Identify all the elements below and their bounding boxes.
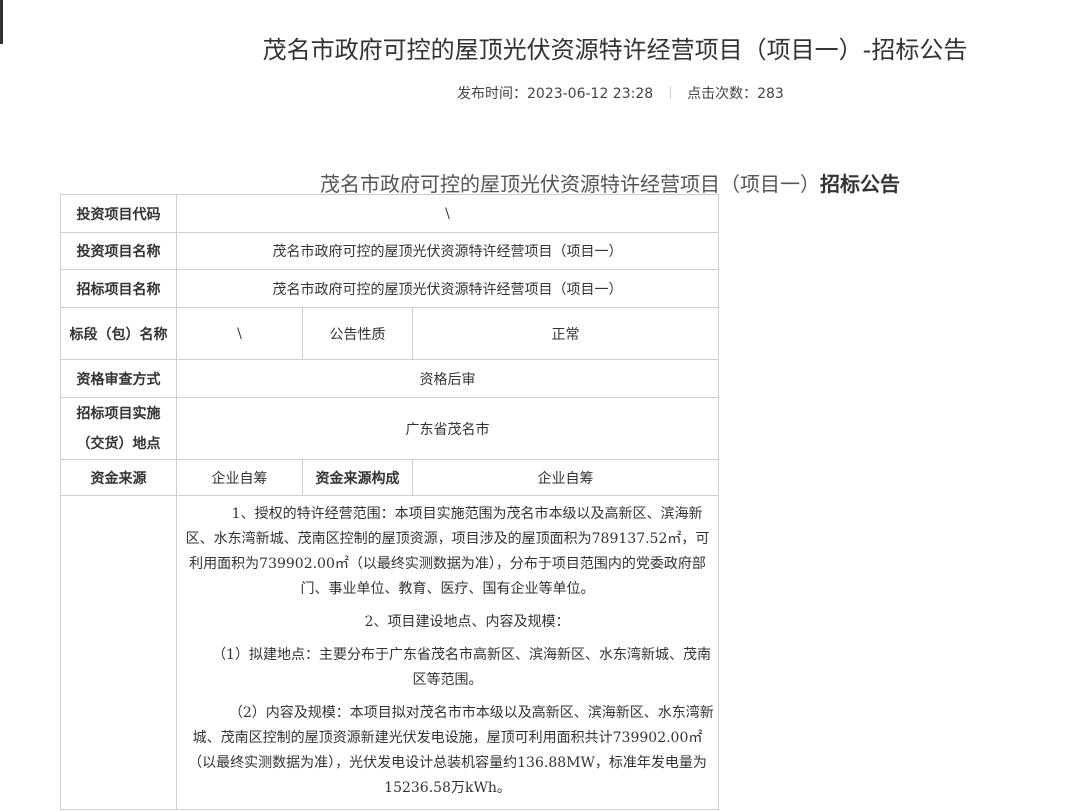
- row-label-empty: [60, 495, 177, 810]
- content-paragraph: （1）拟建地点：主要分布于广东省茂名市高新区、滨海新区、水东湾新城、茂南区等范围…: [212, 647, 711, 688]
- document-title-bold: 招标公告: [820, 172, 900, 196]
- row-value-2: 正常: [411, 307, 720, 360]
- content-paragraph: 1、授权的特许经营范围：本项目实施范围为茂名市本级以及高新区、滨海新区、水东湾新…: [185, 506, 710, 597]
- meta-divider: [669, 86, 671, 99]
- row-label-2: 资金来源构成: [302, 459, 413, 496]
- table-row: 招标项目名称 茂名市政府可控的屋顶光伏资源特许经营项目（项目一）: [60, 269, 720, 308]
- row-label-2: 公告性质: [302, 307, 413, 360]
- publish-label: 发布时间：: [457, 86, 527, 102]
- row-label: 资格审查方式: [60, 359, 177, 398]
- table-row: 标段（包）名称 \ 公告性质 正常: [60, 307, 720, 360]
- table-row: 资金来源 企业自筹 资金来源构成 企业自筹: [60, 459, 720, 496]
- row-value: 茂名市政府可控的屋顶光伏资源特许经营项目（项目一）: [175, 232, 720, 270]
- row-label: 招标项目名称: [60, 269, 177, 308]
- document-title-text: 茂名市政府可控的屋顶光伏资源特许经营项目（项目一）: [320, 172, 820, 196]
- table-row: 招标项目实施（交货）地点 广东省茂名市: [60, 397, 720, 460]
- clicks-label: 点击次数：: [687, 86, 758, 102]
- row-value: \: [175, 194, 720, 233]
- click-count: 283: [757, 86, 784, 102]
- table-row: 投资项目名称 茂名市政府可控的屋顶光伏资源特许经营项目（项目一）: [60, 232, 720, 270]
- row-value: \: [176, 307, 303, 360]
- row-label: 投资项目代码: [60, 194, 177, 233]
- content-paragraph: 2、项目建设地点、内容及规模：: [364, 614, 570, 630]
- row-label: 资金来源: [60, 459, 177, 496]
- project-content-cell: 1、授权的特许经营范围：本项目实施范围为茂名市本级以及高新区、滨海新区、水东湾新…: [175, 495, 720, 810]
- row-label: 投资项目名称: [60, 232, 177, 270]
- table-row: 资格审查方式 资格后审: [60, 359, 720, 398]
- row-label: 招标项目实施（交货）地点: [60, 397, 177, 460]
- table-row: 1、授权的特许经营范围：本项目实施范围为茂名市本级以及高新区、滨海新区、水东湾新…: [60, 495, 720, 810]
- publish-time: 2023-06-12 23:28: [527, 86, 654, 102]
- page-title: 茂名市政府可控的屋顶光伏资源特许经营项目（项目一）-招标公告: [262, 36, 968, 64]
- document-title: 茂名市政府可控的屋顶光伏资源特许经营项目（项目一）招标公告: [320, 168, 900, 197]
- row-value: 茂名市政府可控的屋顶光伏资源特许经营项目（项目一）: [175, 269, 720, 308]
- article-meta: 发布时间：2023-06-12 23:28 点击次数：283: [457, 83, 784, 103]
- row-label: 标段（包）名称: [60, 307, 177, 360]
- content-paragraph: （2）内容及规模：本项目拟对茂名市市本级以及高新区、滨海新区、水东湾新城、茂南区…: [188, 705, 714, 796]
- row-value-2: 企业自筹: [411, 459, 720, 496]
- tender-info-table: 投资项目代码 \ 投资项目名称 茂名市政府可控的屋顶光伏资源特许经营项目（项目一…: [60, 194, 720, 810]
- table-row: 投资项目代码 \: [60, 194, 720, 233]
- row-value: 企业自筹: [176, 459, 303, 496]
- row-value: 广东省茂名市: [175, 397, 720, 460]
- row-value: 资格后审: [175, 359, 720, 398]
